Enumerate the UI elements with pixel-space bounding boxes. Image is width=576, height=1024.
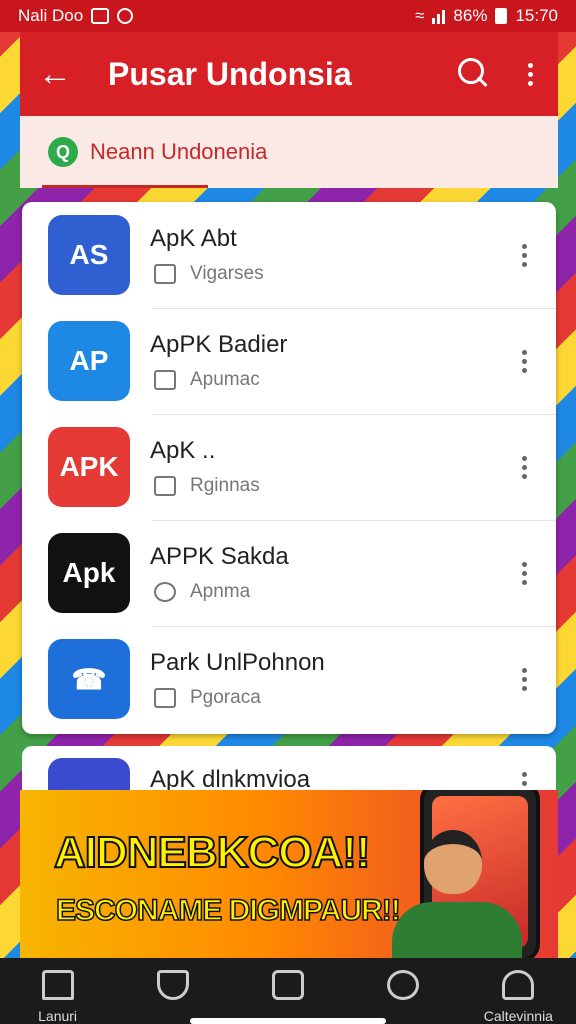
app-icon: AS (48, 215, 130, 295)
nav-profile[interactable]: Caltevinnia (468, 970, 568, 1024)
category-icon (154, 264, 176, 284)
more-vert-icon[interactable] (514, 349, 534, 373)
signal-icon (432, 8, 446, 24)
battery-icon (495, 8, 508, 24)
shield-icon (156, 970, 189, 1000)
app-name: ApK .. (150, 437, 216, 464)
more-vert-icon[interactable] (520, 62, 540, 86)
app-icon: ☎ (48, 639, 130, 719)
wifi-icon: ≈ (415, 6, 425, 25)
more-vert-icon[interactable] (514, 243, 534, 267)
app-icon: APK (48, 427, 130, 507)
app-list: AS ApK Abt Vigarses AP ApPK Badier Apuma… (22, 202, 556, 734)
clock: 15:70 (515, 6, 558, 25)
bottom-nav: Lanuri Caltevinnia (0, 958, 576, 1024)
gallery-icon (91, 8, 110, 24)
nav-camera[interactable] (238, 970, 338, 1008)
nav-label: Caltevinnia (483, 1008, 553, 1024)
tab-bar: Q Neann Undonenia (20, 116, 558, 188)
target-icon (154, 582, 176, 602)
more-vert-icon[interactable] (514, 561, 534, 585)
app-bar: ← Pusar Undonsia (20, 32, 558, 116)
app-icon: Apk (48, 533, 130, 613)
arrow-left-icon[interactable]: ← (38, 57, 82, 91)
more-vert-icon[interactable] (514, 455, 534, 479)
list-item[interactable]: ☎ Park UnlPohnon Pgoraca (22, 626, 556, 732)
app-subtitle: Apnma (190, 581, 251, 602)
list-item[interactable]: AP ApPK Badier Apumac (22, 308, 556, 414)
app-name: Park UnlPohnon (150, 649, 325, 676)
app-subtitle: Apumac (190, 369, 260, 390)
nav-label: Lanuri (38, 1008, 78, 1024)
status-bar: Nali Doo ≈ 86% 15:70 (0, 0, 576, 32)
app-name: APPK Sakda (150, 543, 289, 570)
send-icon (154, 476, 176, 496)
battery-percent: 86% (453, 6, 488, 25)
app-name: ApK Abt (150, 225, 237, 252)
app-name: ApPK Badier (150, 331, 288, 358)
tab-indicator (42, 185, 208, 188)
carrier-label: Nali Doo (18, 6, 84, 25)
list-item[interactable]: Apk APPK Sakda Apnma (22, 520, 556, 626)
search-icon[interactable] (454, 54, 494, 94)
tab-logo-icon: Q (48, 137, 78, 167)
nav-home[interactable]: Lanuri (8, 970, 108, 1024)
tab-label[interactable]: Neann Undonenia (90, 139, 267, 165)
banner-headline: AIDNEBKCOA!! (53, 827, 372, 878)
app-subtitle: Rginnas (190, 475, 260, 496)
category-icon (154, 370, 176, 390)
camera-icon (271, 970, 304, 1000)
list-item[interactable]: APK ApK .. Rginnas (22, 414, 556, 520)
app-subtitle: Pgoraca (190, 687, 261, 708)
promo-banner[interactable]: AIDNEBKCOA!! ESCONAME DIGMPAUR!! (20, 790, 558, 958)
category-icon (154, 688, 176, 708)
app-icon: AP (48, 321, 130, 401)
nav-shield[interactable] (123, 970, 223, 1008)
app-subtitle: Vigarses (190, 263, 264, 284)
more-vert-icon[interactable] (514, 667, 534, 691)
list-item[interactable]: AS ApK Abt Vigarses (22, 202, 556, 308)
profile-icon (502, 970, 535, 1000)
nav-chat[interactable] (353, 970, 453, 1008)
notification-icon (117, 8, 134, 24)
person-head-illustration (424, 830, 482, 894)
home-indicator[interactable] (190, 1018, 386, 1024)
chat-icon (387, 970, 420, 1000)
home-icon (41, 970, 74, 1000)
person-illustration (392, 902, 522, 958)
banner-subline: ESCONAME DIGMPAUR!! (55, 893, 401, 928)
page-title: Pusar Undonsia (108, 55, 352, 92)
